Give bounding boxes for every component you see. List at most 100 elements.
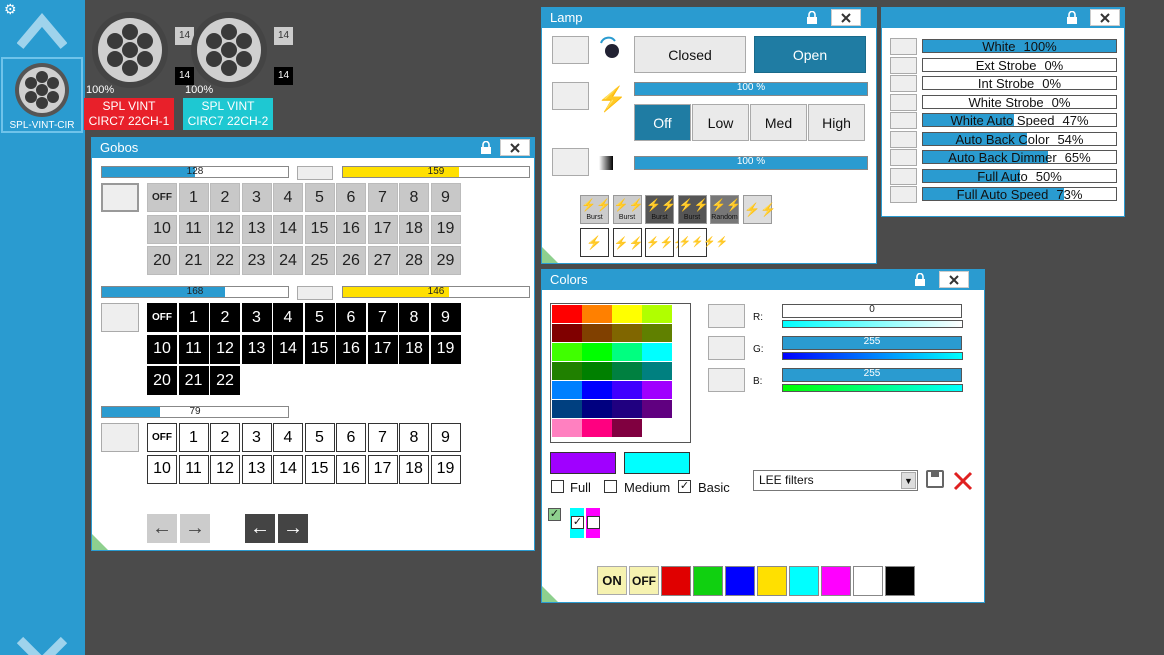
strobe-slider[interactable]: Full Auto 50% bbox=[922, 168, 1117, 183]
gobo-item[interactable]: 6 bbox=[336, 303, 366, 332]
palette-color[interactable] bbox=[582, 305, 612, 323]
gobo-item[interactable]: 12 bbox=[210, 334, 240, 364]
palette-color[interactable] bbox=[642, 362, 672, 380]
color-swatch[interactable] bbox=[853, 566, 883, 596]
gobo-slider[interactable]: 79 bbox=[101, 406, 289, 418]
gobo-item[interactable]: 12 bbox=[210, 214, 240, 244]
lamp-mode-low[interactable]: Low bbox=[692, 104, 749, 141]
lamp-slider-2[interactable]: 100 % bbox=[634, 156, 868, 170]
gobo-item[interactable]: 4 bbox=[273, 183, 303, 212]
color-swatch[interactable] bbox=[789, 566, 819, 596]
gobo-item[interactable]: 22 bbox=[210, 366, 240, 395]
gobo-item[interactable]: 13 bbox=[241, 214, 272, 244]
gobo-item[interactable]: 11 bbox=[178, 454, 209, 484]
strobe-effect-button[interactable]: ⚡⚡ Burst bbox=[612, 195, 643, 224]
palette-color[interactable] bbox=[612, 400, 642, 418]
gobo-item[interactable]: 7 bbox=[367, 183, 398, 212]
palette-color[interactable] bbox=[642, 343, 672, 361]
gobo-item[interactable]: 2 bbox=[210, 183, 240, 212]
lock-icon[interactable] bbox=[471, 139, 501, 156]
strobe-slider[interactable]: White Strobe 0% bbox=[922, 94, 1117, 109]
gobo-item[interactable]: 1 bbox=[178, 423, 209, 452]
shake-left-button[interactable]: ← bbox=[245, 514, 275, 543]
fixture-card[interactable]: 14 14 100% SPL VINT CIRC7 22CH-2 bbox=[183, 10, 293, 130]
gobo-wheel2-select[interactable] bbox=[101, 303, 139, 332]
palette-color[interactable] bbox=[552, 305, 582, 323]
palette-color[interactable] bbox=[612, 324, 642, 342]
strobe-effect-button[interactable]: ⚡⚡ Burst bbox=[580, 195, 611, 224]
resize-add-icon[interactable] bbox=[542, 247, 558, 263]
gobo-item[interactable]: 14 bbox=[273, 214, 303, 244]
gobo-item[interactable]: 22 bbox=[210, 246, 240, 275]
save-icon[interactable] bbox=[926, 470, 944, 488]
gobo-item[interactable]: 19 bbox=[430, 454, 461, 484]
strobe-slider[interactable]: White Auto Speed 47% bbox=[922, 113, 1117, 127]
gobo-item[interactable]: 8 bbox=[399, 303, 429, 332]
gobo-item[interactable]: 23 bbox=[241, 246, 272, 275]
gobo-item[interactable]: 8 bbox=[399, 183, 429, 212]
medium-checkbox[interactable] bbox=[604, 480, 617, 493]
close-button[interactable] bbox=[1090, 9, 1120, 26]
lamp-mode-high[interactable]: High bbox=[808, 104, 865, 141]
strobe-effect-button[interactable]: ⚡⚡ Burst bbox=[677, 195, 708, 224]
palette-color[interactable] bbox=[642, 400, 672, 418]
gobo-item[interactable]: 5 bbox=[304, 303, 335, 332]
gobo-item[interactable]: 15 bbox=[304, 454, 335, 484]
palette-color[interactable] bbox=[582, 381, 612, 399]
red-select-button[interactable] bbox=[708, 304, 745, 328]
gear-icon[interactable]: ⚙ bbox=[4, 2, 18, 16]
gobo-item[interactable]: 18 bbox=[399, 214, 429, 244]
strobe-slider[interactable]: White 100% bbox=[922, 39, 1117, 53]
strobe-row-select[interactable] bbox=[890, 93, 917, 111]
red-value-field[interactable]: 0 bbox=[782, 304, 962, 318]
blue-value-field[interactable]: 255 bbox=[782, 368, 962, 382]
fixture-card[interactable]: 14 14 100% SPL VINT CIRC7 22CH-1 bbox=[84, 10, 194, 130]
gobo-item[interactable]: 3 bbox=[241, 303, 272, 332]
gobo-slider[interactable]: 159 bbox=[342, 166, 530, 178]
strobe-speed-button[interactable]: ⚡⚡ bbox=[612, 228, 643, 257]
palette-color[interactable] bbox=[642, 381, 672, 399]
selected-device[interactable]: SPL-VINT-CIR bbox=[1, 57, 83, 133]
basic-checkbox[interactable]: ✓ bbox=[678, 480, 691, 493]
gobo-off-button[interactable]: OFF bbox=[147, 303, 177, 332]
strobe-slider[interactable]: Ext Strobe 0% bbox=[922, 57, 1117, 72]
strobe-effect-button[interactable]: ⚡⚡ Random bbox=[710, 195, 741, 224]
palette-color[interactable] bbox=[582, 400, 612, 418]
strobe-row-select[interactable] bbox=[890, 56, 917, 74]
red-gradient-bar[interactable] bbox=[782, 320, 963, 328]
magenta-checkbox[interactable] bbox=[587, 516, 600, 529]
dimmer-select-button[interactable] bbox=[552, 148, 589, 176]
delete-icon[interactable] bbox=[952, 470, 974, 492]
strobe-speed-button[interactable]: ⚡ bbox=[580, 228, 609, 257]
gobo-item[interactable]: 7 bbox=[367, 303, 398, 332]
green-select-button[interactable] bbox=[708, 336, 745, 360]
palette-color[interactable] bbox=[582, 362, 612, 380]
gobo-wheel3-select[interactable] bbox=[101, 423, 139, 452]
palette-color[interactable] bbox=[642, 324, 672, 342]
gobo-item[interactable]: 28 bbox=[399, 246, 429, 275]
strobe-slider[interactable]: Auto Back Dimmer 65% bbox=[922, 150, 1117, 164]
closed-button[interactable]: Closed bbox=[634, 36, 746, 73]
strobe-row-select[interactable] bbox=[890, 75, 917, 92]
full-checkbox[interactable] bbox=[551, 480, 564, 493]
gobo-item[interactable]: 17 bbox=[367, 454, 398, 484]
gobo-slider[interactable]: 168 bbox=[101, 286, 289, 298]
palette-color[interactable] bbox=[642, 419, 672, 437]
palette-color[interactable] bbox=[612, 381, 642, 399]
lamp-slider-1[interactable]: 100 % bbox=[634, 82, 868, 96]
power-select-button[interactable] bbox=[552, 82, 589, 110]
gobo-item[interactable]: 11 bbox=[178, 334, 209, 364]
palette-color[interactable] bbox=[612, 305, 642, 323]
multi-select-checkbox[interactable]: ✓ bbox=[548, 508, 561, 521]
gobo-item[interactable]: 9 bbox=[430, 303, 461, 332]
gobo-item[interactable]: 17 bbox=[367, 214, 398, 244]
strobe-slider[interactable]: Full Auto Speed 73% bbox=[922, 187, 1117, 201]
color-swatch[interactable] bbox=[885, 566, 915, 596]
gobo-item[interactable]: 13 bbox=[241, 454, 272, 484]
gobo-item[interactable]: 8 bbox=[399, 423, 429, 452]
gobo-item[interactable]: 10 bbox=[147, 454, 177, 484]
gobo-item[interactable]: 16 bbox=[336, 214, 366, 244]
gobo-item[interactable]: 16 bbox=[336, 454, 366, 484]
gobo-off-button[interactable]: OFF bbox=[147, 423, 177, 452]
strobe-speed-button[interactable]: ⚡⚡⚡ bbox=[645, 228, 687, 257]
